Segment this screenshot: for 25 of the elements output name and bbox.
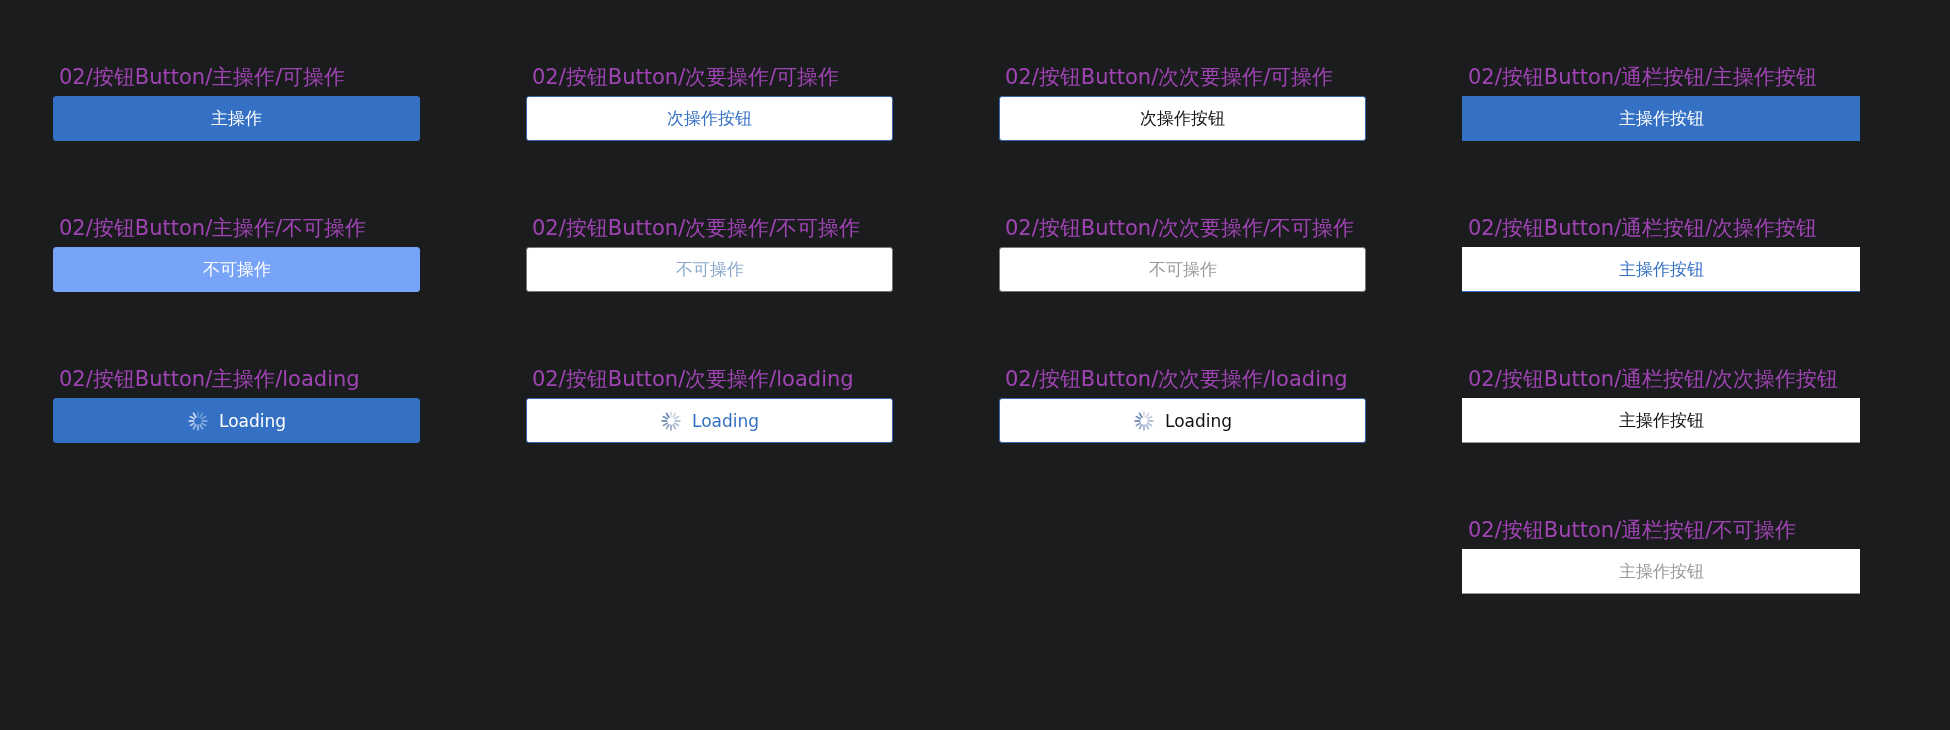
button[interactable]: 主操作按钮	[1462, 398, 1860, 443]
component-title: 02/按钮Button/通栏按钮/主操作按钮	[1467, 64, 1818, 91]
button[interactable]: 主操作	[53, 96, 420, 141]
button[interactable]: Loading	[999, 398, 1366, 443]
component-title: 02/按钮Button/次次要操作/不可操作	[1004, 215, 1355, 242]
button[interactable]: Loading	[526, 398, 893, 443]
spinner-icon	[659, 409, 682, 432]
component-title: 02/按钮Button/通栏按钮/次操作按钮	[1467, 215, 1818, 242]
spinner-icon	[1132, 409, 1155, 432]
button[interactable]: 主操作按钮	[1462, 96, 1860, 141]
button[interactable]: Loading	[53, 398, 420, 443]
component-title: 02/按钮Button/次要操作/可操作	[531, 64, 840, 91]
component-title: 02/按钮Button/主操作/不可操作	[58, 215, 367, 242]
component-title: 02/按钮Button/次次要操作/可操作	[1004, 64, 1334, 91]
component-title: 02/按钮Button/次次要操作/loading	[1004, 366, 1348, 393]
component-title: 02/按钮Button/通栏按钮/次次操作按钮	[1467, 366, 1839, 393]
component-title: 02/按钮Button/主操作/loading	[58, 366, 360, 393]
button[interactable]: 次操作按钮	[526, 96, 893, 141]
component-title: 02/按钮Button/次要操作/loading	[531, 366, 854, 393]
button[interactable]: 次操作按钮	[999, 96, 1366, 141]
spinner-icon	[186, 409, 209, 432]
component-title: 02/按钮Button/主操作/可操作	[58, 64, 346, 91]
button[interactable]: 主操作按钮	[1462, 247, 1860, 292]
component-title: 02/按钮Button/通栏按钮/不可操作	[1467, 517, 1797, 544]
component-title: 02/按钮Button/次要操作/不可操作	[531, 215, 861, 242]
